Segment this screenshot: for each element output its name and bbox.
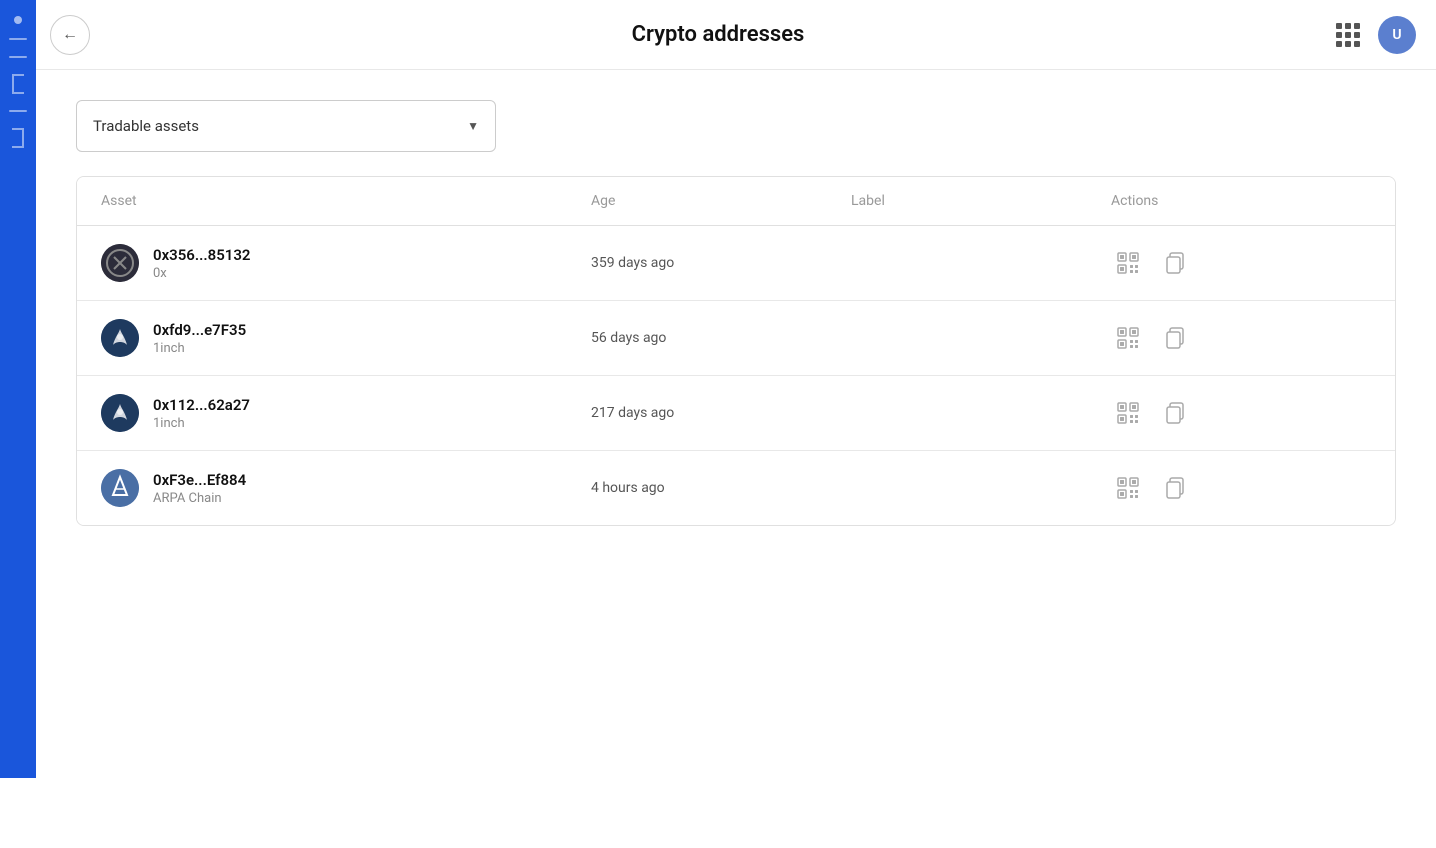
asset-info-4: 0xF3e...Ef884 ARPA Chain: [153, 471, 246, 506]
asset-cell-3: 0x112...62a27 1inch: [101, 394, 591, 432]
asset-address-2: 0xfd9...e7F35: [153, 321, 246, 339]
tradable-assets-dropdown[interactable]: Tradable assets ▼: [76, 100, 496, 152]
qr-code-button-4[interactable]: [1111, 471, 1145, 505]
avatar[interactable]: U: [1378, 16, 1416, 54]
actions-cell-4: [1111, 471, 1371, 505]
asset-info-3: 0x112...62a27 1inch: [153, 396, 250, 431]
copy-button-3[interactable]: [1159, 396, 1193, 430]
back-button[interactable]: ←: [50, 15, 90, 55]
asset-icon-1: [101, 244, 139, 282]
copy-button-2[interactable]: [1159, 321, 1193, 355]
asset-icon-2: [101, 319, 139, 357]
table-row: 0x112...62a27 1inch 217 days ago: [77, 376, 1395, 451]
table-row: 0xF3e...Ef884 ARPA Chain 4 hours ago: [77, 451, 1395, 525]
qr-icon-3: [1117, 402, 1139, 424]
copy-icon-2: [1166, 327, 1186, 349]
header: ← Crypto addresses U: [0, 0, 1436, 70]
qr-icon-1: [1117, 252, 1139, 274]
col-header-asset: Asset: [101, 193, 591, 209]
asset-cell-1: 0x356...85132 0x: [101, 244, 591, 282]
asset-sub-label-3: 1inch: [153, 416, 250, 431]
table-row: 0xfd9...e7F35 1inch 56 days ago: [77, 301, 1395, 376]
sidebar: [0, 0, 36, 778]
age-cell-1: 359 days ago: [591, 255, 851, 271]
asset-address-1: 0x356...85132: [153, 246, 251, 264]
qr-icon-4: [1117, 477, 1139, 499]
dropdown-container: Tradable assets ▼: [76, 100, 1396, 152]
copy-icon-4: [1166, 477, 1186, 499]
sidebar-item-2: [9, 56, 27, 58]
1inch-icon-2: [101, 394, 139, 432]
qr-icon-2: [1117, 327, 1139, 349]
age-cell-4: 4 hours ago: [591, 480, 851, 496]
actions-cell-3: [1111, 396, 1371, 430]
asset-address-3: 0x112...62a27: [153, 396, 250, 414]
col-header-label: Label: [851, 193, 1111, 209]
sidebar-bracket-1: [12, 74, 24, 94]
page-title: Crypto addresses: [632, 22, 805, 47]
arpa-icon: [101, 469, 139, 507]
age-cell-3: 217 days ago: [591, 405, 851, 421]
header-right: U: [1330, 16, 1416, 54]
qr-code-button-2[interactable]: [1111, 321, 1145, 355]
sidebar-bracket-2: [12, 128, 24, 148]
asset-info-1: 0x356...85132 0x: [153, 246, 251, 281]
actions-cell-1: [1111, 246, 1371, 280]
asset-sub-label-4: ARPA Chain: [153, 491, 246, 506]
header-left: ←: [50, 15, 90, 55]
copy-button-4[interactable]: [1159, 471, 1193, 505]
asset-cell-2: 0xfd9...e7F35 1inch: [101, 319, 591, 357]
col-header-age: Age: [591, 193, 851, 209]
asset-icon-4: [101, 469, 139, 507]
sidebar-item-1: [9, 38, 27, 40]
table-row: 0x356...85132 0x 359 days ago: [77, 226, 1395, 301]
actions-cell-2: [1111, 321, 1371, 355]
dropdown-label: Tradable assets: [93, 117, 199, 135]
age-cell-2: 56 days ago: [591, 330, 851, 346]
sidebar-item-3: [9, 110, 27, 112]
sidebar-indicator-1: [14, 16, 22, 24]
back-arrow-icon: ←: [62, 26, 78, 44]
copy-icon-3: [1166, 402, 1186, 424]
copy-icon-1: [1166, 252, 1186, 274]
asset-sub-label-2: 1inch: [153, 341, 246, 356]
crypto-addresses-table: Asset Age Label Actions 0x356...85132: [76, 176, 1396, 526]
asset-icon-3: [101, 394, 139, 432]
asset-cell-4: 0xF3e...Ef884 ARPA Chain: [101, 469, 591, 507]
asset-sub-label-1: 0x: [153, 266, 251, 281]
table-header: Asset Age Label Actions: [77, 177, 1395, 226]
col-header-actions: Actions: [1111, 193, 1371, 209]
grid-icon: [1336, 23, 1360, 47]
asset-address-4: 0xF3e...Ef884: [153, 471, 246, 489]
main-content: Tradable assets ▼ Asset Age Label Action…: [36, 70, 1436, 556]
qr-code-button-3[interactable]: [1111, 396, 1145, 430]
apps-button[interactable]: [1330, 17, 1366, 53]
0x-icon: [101, 244, 139, 282]
qr-code-button-1[interactable]: [1111, 246, 1145, 280]
copy-button-1[interactable]: [1159, 246, 1193, 280]
asset-info-2: 0xfd9...e7F35 1inch: [153, 321, 246, 356]
chevron-down-icon: ▼: [467, 119, 479, 133]
1inch-icon-1: [101, 319, 139, 357]
